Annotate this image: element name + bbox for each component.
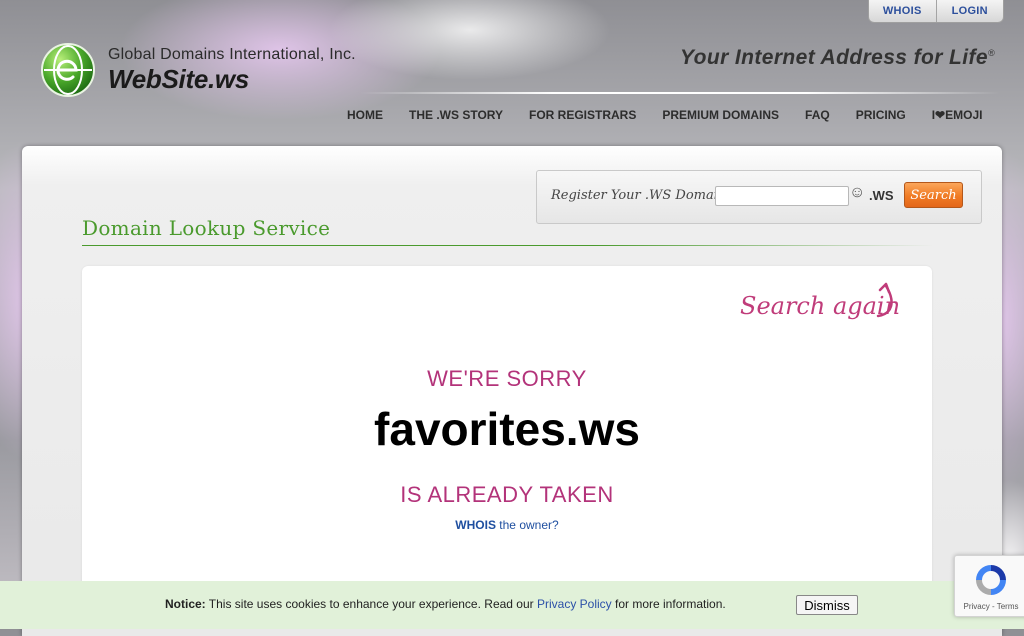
searched-domain: favorites.ws bbox=[374, 403, 640, 455]
site-logo[interactable]: Global Domains International, Inc. WebSi… bbox=[40, 42, 380, 102]
cookie-text-after: for more information. bbox=[611, 597, 726, 611]
recaptcha-badge[interactable]: Privacy - Terms bbox=[954, 555, 1024, 617]
domain-search-input[interactable] bbox=[715, 186, 849, 206]
smiley-emoji-icon[interactable]: ☺ bbox=[849, 184, 865, 202]
logo-company-name: Global Domains International, Inc. bbox=[108, 46, 356, 63]
curved-arrow-icon bbox=[876, 282, 893, 318]
register-domain-box: Register Your .WS Domain ☺ .WS Search bbox=[536, 170, 982, 224]
nav-item-faq[interactable]: FAQ bbox=[792, 106, 843, 126]
nav-item-pricing[interactable]: PRICING bbox=[843, 106, 919, 126]
nav-item-emoji[interactable]: I❤EMOJI bbox=[919, 106, 996, 126]
result-card: Search again WE'RE SORRY favorites.ws IS… bbox=[82, 266, 932, 606]
recaptcha-links: Privacy - Terms bbox=[955, 602, 1024, 611]
top-links: WHOIS LOGIN bbox=[868, 0, 1004, 23]
whois-link[interactable]: WHOIS bbox=[869, 0, 937, 22]
whois-owner-line: WHOIS the owner? bbox=[82, 518, 932, 532]
nav-item-premium-domains[interactable]: PREMIUM DOMAINS bbox=[649, 106, 792, 126]
tagline: Your Internet Address for Life® bbox=[680, 46, 995, 70]
whois-owner-bold: WHOIS bbox=[455, 518, 496, 532]
privacy-policy-link[interactable]: Privacy Policy bbox=[537, 597, 612, 611]
header-divider bbox=[360, 92, 1000, 94]
cookie-text-before: This site uses cookies to enhance your e… bbox=[205, 597, 537, 611]
tagline-text: Your Internet Address for Life bbox=[680, 46, 988, 69]
main-panel: Register Your .WS Domain ☺ .WS Search Do… bbox=[22, 146, 1002, 636]
recaptcha-privacy-link[interactable]: Privacy bbox=[964, 602, 990, 611]
nav-item-home[interactable]: HOME bbox=[334, 106, 396, 126]
site-header: WHOIS LOGIN Global Domains International… bbox=[0, 0, 1024, 140]
recaptcha-terms-link[interactable]: Terms bbox=[997, 602, 1019, 611]
whois-owner-rest: the owner? bbox=[495, 518, 559, 532]
tld-label: .WS bbox=[869, 188, 894, 203]
nav-item-registrars[interactable]: FOR REGISTRARS bbox=[516, 106, 649, 126]
search-button[interactable]: Search bbox=[904, 182, 963, 208]
register-label: Register Your .WS Domain bbox=[551, 188, 727, 203]
registered-mark: ® bbox=[987, 48, 996, 58]
login-link[interactable]: LOGIN bbox=[937, 0, 1004, 22]
dismiss-button[interactable]: Dismiss bbox=[796, 595, 858, 615]
sorry-heading: WE'RE SORRY bbox=[427, 366, 587, 391]
nav-item-ws-story[interactable]: THE .WS STORY bbox=[396, 106, 516, 126]
cookie-notice-label: Notice: bbox=[165, 597, 206, 611]
page-title: Domain Lookup Service bbox=[82, 216, 331, 240]
title-divider bbox=[82, 245, 934, 246]
cookie-notice-bar: Notice: This site uses cookies to enhanc… bbox=[0, 581, 1024, 629]
recaptcha-separator: - bbox=[989, 602, 997, 611]
main-nav: HOME THE .WS STORY FOR REGISTRARS PREMIU… bbox=[334, 106, 995, 126]
taken-heading: IS ALREADY TAKEN bbox=[400, 482, 614, 507]
recaptcha-icon bbox=[976, 565, 1006, 595]
logo-site-name: WebSite.ws bbox=[108, 64, 250, 94]
whois-owner-link[interactable]: WHOIS the owner? bbox=[455, 518, 558, 532]
cookie-notice-text: Notice: This site uses cookies to enhanc… bbox=[165, 597, 726, 611]
globe-logo-icon bbox=[41, 43, 95, 97]
